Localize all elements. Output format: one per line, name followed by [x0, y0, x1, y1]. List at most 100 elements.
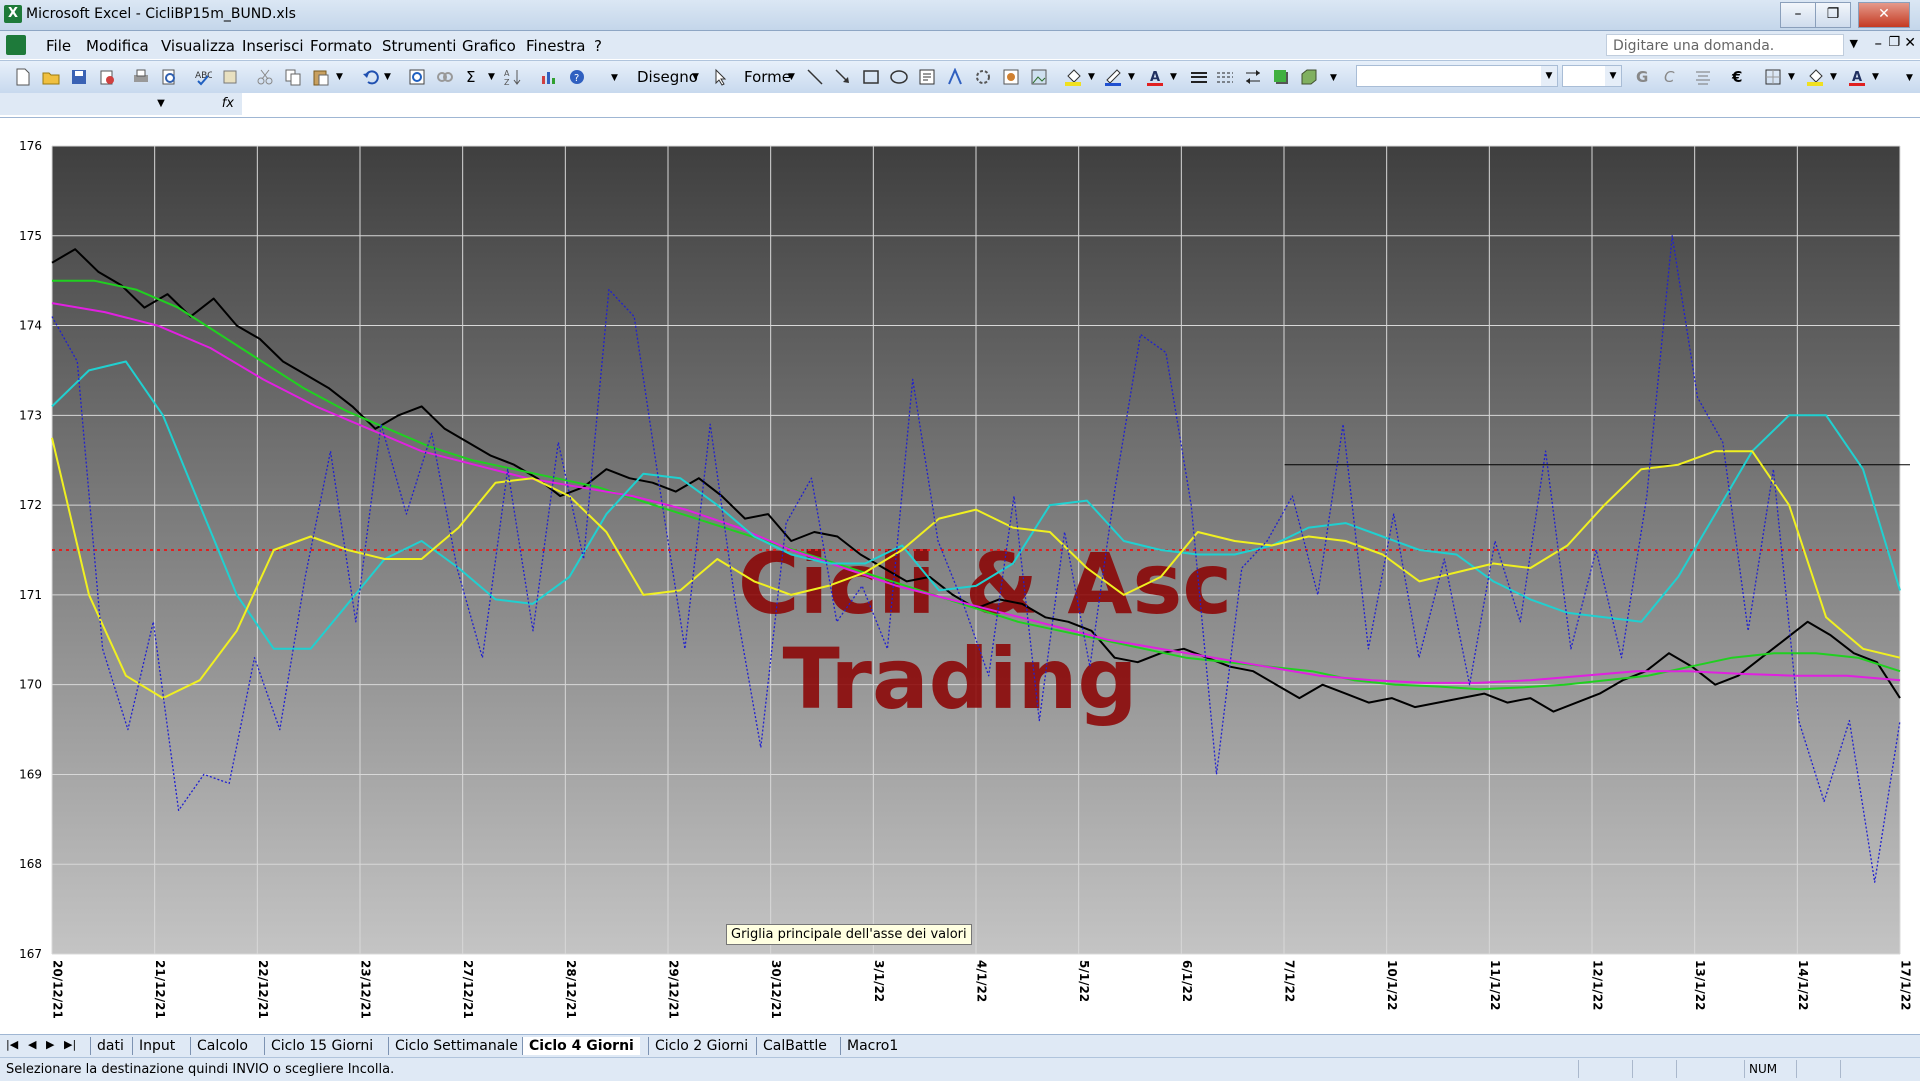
- font-color-icon[interactable]: A: [1146, 68, 1164, 86]
- wordart-icon[interactable]: [946, 68, 964, 86]
- font-size-dropdown-icon[interactable]: ▼: [1605, 66, 1621, 86]
- doc-close-icon[interactable]: ✕: [1904, 35, 1916, 51]
- arrow-style-icon[interactable]: [1244, 68, 1262, 86]
- open-folder-icon[interactable]: [42, 68, 60, 86]
- shapes-menu[interactable]: Forme: [744, 68, 791, 86]
- doc-minimize-icon[interactable]: –: [1875, 34, 1883, 52]
- tab-ciclo-15-giorni[interactable]: Ciclo 15 Giorni: [264, 1037, 379, 1055]
- tab-ciclo-settimanale[interactable]: Ciclo Settimanale: [388, 1037, 524, 1055]
- menu-formato[interactable]: Formato: [310, 37, 372, 55]
- chart-object-dropdown-icon[interactable]: ▼: [1541, 66, 1557, 86]
- line-style-icon[interactable]: [1190, 68, 1208, 86]
- hyperlink-icon[interactable]: [408, 68, 426, 86]
- line-color-dropdown-icon[interactable]: ▼: [1128, 72, 1135, 82]
- chart-object-combo[interactable]: ▼: [1356, 65, 1558, 87]
- spelling-icon[interactable]: ABC: [194, 68, 212, 86]
- align-center-icon[interactable]: [1694, 68, 1712, 86]
- borders-dropdown-icon[interactable]: ▼: [1788, 72, 1795, 82]
- fill-color-icon[interactable]: [1064, 68, 1082, 86]
- name-box-dropdown-icon[interactable]: ▼: [150, 93, 172, 115]
- toolbar-options-icon[interactable]: ▼: [611, 73, 618, 83]
- text-color-dropdown-icon[interactable]: ▼: [1872, 72, 1879, 82]
- bold-icon[interactable]: G: [1636, 68, 1648, 86]
- print-preview-icon[interactable]: [160, 68, 178, 86]
- insert-function-button[interactable]: fx: [172, 93, 242, 115]
- autosum-dropdown-icon[interactable]: ▼: [488, 72, 495, 82]
- new-file-icon[interactable]: [14, 68, 32, 86]
- save-icon[interactable]: [70, 68, 88, 86]
- borders-icon[interactable]: [1764, 68, 1782, 86]
- font-color-dropdown-icon[interactable]: ▼: [1170, 72, 1177, 82]
- undo-icon[interactable]: [362, 68, 380, 86]
- name-box[interactable]: ▼: [0, 93, 173, 115]
- tab-input[interactable]: Input: [132, 1037, 181, 1055]
- menu-visualizza[interactable]: Visualizza: [161, 37, 235, 55]
- prev-sheet-icon[interactable]: ◀: [28, 1038, 36, 1051]
- paste-dropdown-icon[interactable]: ▼: [336, 72, 343, 82]
- arrow-tool-icon[interactable]: [834, 68, 852, 86]
- next-sheet-icon[interactable]: ▶: [46, 1038, 54, 1051]
- menu-file[interactable]: File: [46, 37, 71, 55]
- tab-ciclo-2-giorni[interactable]: Ciclo 2 Giorni: [648, 1037, 754, 1055]
- close-button[interactable]: ✕: [1858, 2, 1910, 28]
- workbook-icon[interactable]: [6, 35, 26, 55]
- formatting-options-icon[interactable]: ▼: [1906, 73, 1913, 83]
- cut-icon[interactable]: [256, 68, 274, 86]
- font-size-combo[interactable]: ▼: [1562, 65, 1622, 87]
- tab-calcolo[interactable]: Calcolo: [190, 1037, 254, 1055]
- line-color-icon[interactable]: [1104, 68, 1122, 86]
- menu-finestra[interactable]: Finestra: [526, 37, 586, 55]
- menu-help[interactable]: ?: [594, 37, 602, 55]
- draw-dropdown-icon[interactable]: ▼: [692, 72, 699, 82]
- category-axis[interactable]: 20/12/21 21/12/21 22/12/21 23/12/21 27/12/21…: [51, 960, 1913, 1019]
- undo-dropdown-icon[interactable]: ▼: [384, 72, 391, 82]
- menu-inserisci[interactable]: Inserisci: [242, 37, 304, 55]
- tab-dati[interactable]: dati: [90, 1037, 130, 1055]
- cell-fill-dropdown-icon[interactable]: ▼: [1830, 72, 1837, 82]
- last-sheet-icon[interactable]: ▶|: [64, 1038, 76, 1051]
- excel-app-icon[interactable]: X: [4, 5, 22, 23]
- autosum-icon[interactable]: Σ: [466, 68, 475, 86]
- paste-icon[interactable]: [312, 68, 330, 86]
- cell-fill-color-icon[interactable]: [1806, 68, 1824, 86]
- copy-icon[interactable]: [284, 68, 302, 86]
- picture-icon[interactable]: [1030, 68, 1048, 86]
- shadow-style-icon[interactable]: [1272, 68, 1290, 86]
- link-icon[interactable]: [436, 68, 454, 86]
- text-color-icon[interactable]: A: [1848, 68, 1866, 86]
- shapes-dropdown-icon[interactable]: ▼: [788, 72, 795, 82]
- research-icon[interactable]: [222, 68, 240, 86]
- fill-color-dropdown-icon[interactable]: ▼: [1088, 72, 1095, 82]
- question-dropdown-icon[interactable]: ▼: [1850, 37, 1858, 50]
- chart-wizard-icon[interactable]: [540, 68, 558, 86]
- menu-grafico[interactable]: Grafico: [462, 37, 516, 55]
- tab-macro1[interactable]: Macro1: [840, 1037, 904, 1055]
- chart-area[interactable]: 167 168 169 170 171 172 173 174 175 176 20/12/21 2…: [0, 118, 1920, 1034]
- restore-button[interactable]: ❐: [1815, 2, 1851, 28]
- italic-icon[interactable]: C: [1664, 68, 1674, 86]
- menu-modifica[interactable]: Modifica: [86, 37, 149, 55]
- rectangle-tool-icon[interactable]: [862, 68, 880, 86]
- oval-tool-icon[interactable]: [890, 68, 908, 86]
- clipart-icon[interactable]: [1002, 68, 1020, 86]
- sort-icon[interactable]: AZ: [504, 68, 522, 86]
- select-pointer-icon[interactable]: [712, 68, 730, 86]
- permission-icon[interactable]: [98, 68, 116, 86]
- first-sheet-icon[interactable]: |◀: [6, 1038, 18, 1051]
- print-icon[interactable]: [132, 68, 150, 86]
- line-tool-icon[interactable]: [806, 68, 824, 86]
- menu-strumenti[interactable]: Strumenti: [382, 37, 456, 55]
- dash-style-icon[interactable]: [1216, 68, 1234, 86]
- euro-icon[interactable]: €: [1732, 68, 1742, 86]
- tab-ciclo-4-giorni[interactable]: Ciclo 4 Giorni: [522, 1037, 640, 1055]
- tab-calbattle[interactable]: CalBattle: [756, 1037, 833, 1055]
- help-icon[interactable]: ?: [568, 68, 586, 86]
- value-axis[interactable]: 167 168 169 170 171 172 173 174 175 176: [19, 139, 42, 961]
- 3d-style-icon[interactable]: [1300, 68, 1318, 86]
- doc-restore-icon[interactable]: ❐: [1888, 35, 1900, 50]
- minimize-button[interactable]: –: [1780, 2, 1816, 28]
- drawing-options-icon[interactable]: ▼: [1330, 73, 1337, 83]
- textbox-icon[interactable]: [918, 68, 936, 86]
- chart[interactable]: 167168169170171172173174175176 20/12/21 2…: [0, 118, 1920, 1034]
- diagram-icon[interactable]: [974, 68, 992, 86]
